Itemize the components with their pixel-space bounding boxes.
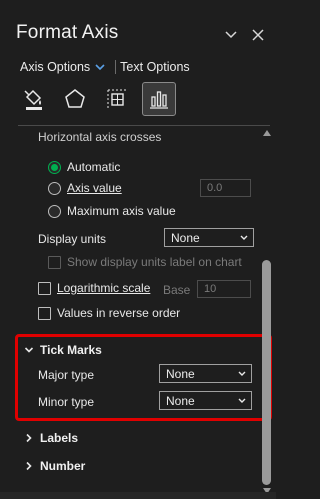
tick-marks-highlight-box — [15, 334, 272, 421]
number-title: Number — [40, 459, 86, 473]
tab-separator — [115, 60, 117, 74]
close-icon — [252, 29, 264, 41]
pane-options-button[interactable] — [222, 26, 240, 44]
pane-title: Format Axis — [16, 22, 119, 43]
radio-selected-icon — [48, 160, 61, 174]
tab-axis-options[interactable]: Axis Options — [20, 60, 106, 74]
radio-automatic[interactable]: Automatic — [48, 160, 120, 174]
radio-axis-value[interactable]: Axis value — [48, 181, 122, 195]
effects-button[interactable] — [58, 82, 92, 116]
tab-axis-options-label: Axis Options — [20, 60, 91, 74]
fill-line-button[interactable] — [16, 82, 50, 116]
fill-line-icon — [24, 89, 42, 110]
pane-header: Format Axis Axis Options Text Options — [0, 0, 276, 130]
reverse-order-checkbox[interactable]: Values in reverse order — [38, 306, 180, 320]
labels-section-header[interactable]: Labels — [24, 431, 78, 445]
options-tabs: Axis Options Text Options — [20, 58, 190, 76]
checkbox-icon — [38, 281, 51, 295]
size-properties-icon — [107, 89, 126, 108]
horizontal-axis-crosses-label: Horizontal axis crosses — [38, 130, 162, 144]
chevron-down-icon — [240, 235, 248, 240]
axis-options-icon — [150, 91, 168, 109]
chevron-right-icon — [26, 461, 32, 471]
display-units-label: Display units — [38, 232, 107, 246]
display-units-select[interactable]: None — [164, 228, 254, 247]
effects-icon — [65, 89, 85, 108]
chevron-down-icon — [95, 64, 105, 71]
radio-maximum-axis-value[interactable]: Maximum axis value — [48, 204, 176, 218]
show-units-label-text: Show display units label on chart — [67, 255, 242, 269]
chevron-down-icon — [225, 31, 237, 39]
radio-unselected-icon — [48, 181, 61, 195]
number-section-header[interactable]: Number — [24, 459, 85, 473]
scrollbar-thumb[interactable] — [262, 260, 271, 485]
base-label: Base — [163, 283, 191, 297]
base-input[interactable]: 10 — [197, 280, 251, 298]
show-units-label-checkbox[interactable]: Show display units label on chart — [48, 255, 242, 269]
log-scale-label: Logarithmic scale — [57, 281, 151, 295]
radio-axis-value-label: Axis value — [67, 181, 122, 195]
checkbox-icon — [48, 255, 61, 269]
pane-bottom-edge — [0, 492, 276, 499]
radio-maximum-label: Maximum axis value — [67, 204, 176, 218]
display-units-value: None — [171, 230, 200, 245]
tab-text-options[interactable]: Text Options — [120, 60, 189, 74]
labels-title: Labels — [40, 431, 79, 445]
log-scale-checkbox[interactable]: Logarithmic scale — [38, 281, 150, 295]
axis-value-input[interactable]: 0.0 — [200, 179, 251, 197]
chevron-right-icon — [26, 433, 32, 443]
checkbox-icon — [38, 306, 51, 320]
size-properties-button[interactable] — [100, 82, 134, 116]
close-button[interactable] — [249, 26, 267, 44]
reverse-order-label: Values in reverse order — [57, 306, 181, 320]
axis-options-button[interactable] — [142, 82, 176, 116]
tab-text-options-label: Text Options — [120, 60, 190, 74]
scroll-up-icon[interactable] — [263, 130, 271, 136]
category-icon-row — [16, 82, 176, 116]
vertical-scrollbar[interactable] — [258, 126, 276, 499]
radio-unselected-icon — [48, 204, 61, 218]
radio-automatic-label: Automatic — [67, 160, 121, 174]
